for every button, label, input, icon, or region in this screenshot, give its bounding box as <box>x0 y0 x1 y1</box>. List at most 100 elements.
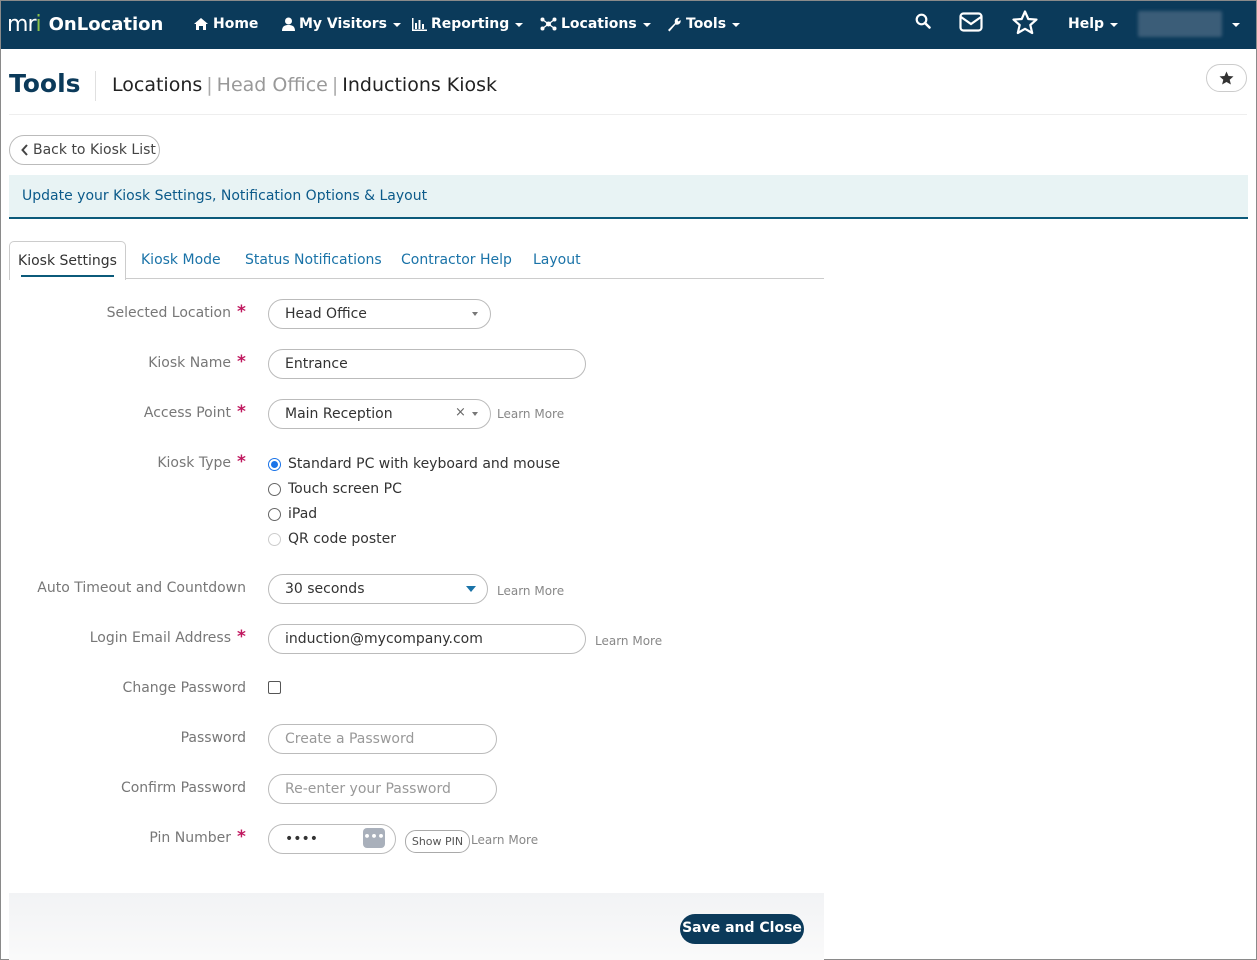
home-icon <box>194 18 208 30</box>
confirm-password-label: Confirm Password <box>120 780 246 796</box>
back-to-kiosk-list-button[interactable]: Back to Kiosk List <box>9 135 160 165</box>
required-marker: * <box>237 452 246 472</box>
kiosk-type-option-label: iPad <box>288 506 318 522</box>
nav-home-label: Home <box>213 16 259 32</box>
breadcrumb-locations[interactable]: Locations <box>112 74 202 96</box>
user-icon <box>282 17 295 31</box>
nav-reporting[interactable]: Reporting <box>412 13 524 35</box>
selected-location-select[interactable]: Head Office <box>268 299 491 329</box>
info-banner-text: Update your Kiosk Settings, Notification… <box>22 188 428 204</box>
chevron-down-icon <box>466 586 476 592</box>
password-input[interactable]: Create a Password <box>268 724 497 754</box>
selected-location-label: Selected Location <box>106 305 231 321</box>
required-marker: * <box>237 827 246 847</box>
nav-tools[interactable]: Tools <box>667 13 741 35</box>
back-button-label: Back to Kiosk List <box>33 142 156 158</box>
tab-kiosk-settings[interactable]: Kiosk Settings <box>9 241 126 280</box>
required-marker: * <box>237 627 246 647</box>
confirm-password-input[interactable]: Re-enter your Password <box>268 774 497 804</box>
info-banner: Update your Kiosk Settings, Notification… <box>9 175 1248 219</box>
required-marker: * <box>237 402 246 422</box>
envelope-icon[interactable] <box>959 12 983 32</box>
nav-locations[interactable]: Locations <box>540 13 651 35</box>
nav-help[interactable]: Help <box>1068 13 1119 35</box>
sitemap-icon <box>540 17 557 31</box>
login-email-learn-more-link[interactable]: Learn More <box>595 634 662 648</box>
tab-kiosk-mode[interactable]: Kiosk Mode <box>141 241 221 279</box>
nav-tools-label: Tools <box>686 16 727 32</box>
access-point-learn-more-link[interactable]: Learn More <box>497 407 564 421</box>
chevron-down-icon <box>393 23 401 27</box>
chevron-down-icon <box>732 23 741 27</box>
breadcrumb-head-office[interactable]: Head Office <box>217 74 328 96</box>
pin-number-learn-more-link[interactable]: Learn More <box>471 833 538 847</box>
chevron-down-icon <box>642 23 651 27</box>
favourite-button[interactable] <box>1206 64 1247 92</box>
password-label: Password <box>180 730 246 746</box>
save-and-close-button[interactable]: Save and Close <box>680 914 804 944</box>
star-icon <box>1219 71 1234 85</box>
top-navbar: mri OnLocation Home My Visitors Reportin… <box>1 1 1256 49</box>
chevron-left-icon <box>21 144 28 156</box>
radio-button[interactable] <box>268 457 281 471</box>
required-marker: * <box>237 352 246 372</box>
wrench-icon <box>668 17 681 31</box>
nav-reporting-label: Reporting <box>431 16 510 32</box>
clear-icon[interactable]: × <box>455 405 466 420</box>
password-manager-icon[interactable]: ••• <box>363 828 385 848</box>
brand-name: OnLocation <box>48 13 164 35</box>
selected-location-value: Head Office <box>285 306 367 322</box>
chevron-down-icon <box>515 23 524 27</box>
chevron-down-icon <box>1232 23 1240 27</box>
bar-chart-icon <box>412 17 427 31</box>
change-password-label: Change Password <box>122 680 246 696</box>
nav-home[interactable]: Home <box>193 13 258 35</box>
kiosk-type-option-ipad[interactable]: iPad <box>268 504 317 524</box>
breadcrumb-current: Inductions Kiosk <box>342 74 498 96</box>
chevron-down-icon <box>1110 23 1119 27</box>
mri-logo: mri <box>7 11 42 37</box>
kiosk-type-option-touch-screen[interactable]: Touch screen PC <box>268 479 402 499</box>
password-placeholder: Create a Password <box>285 731 415 747</box>
auto-timeout-label: Auto Timeout and Countdown <box>37 580 246 596</box>
settings-tabs: Kiosk Settings Kiosk Mode Status Notific… <box>9 241 824 280</box>
required-marker: * <box>237 302 246 322</box>
access-point-label: Access Point <box>143 405 231 421</box>
auto-timeout-learn-more-link[interactable]: Learn More <box>497 584 564 598</box>
user-menu[interactable] <box>1138 11 1222 37</box>
auto-timeout-value: 30 seconds <box>285 581 365 597</box>
auto-timeout-select[interactable]: 30 seconds <box>268 574 488 604</box>
breadcrumb-separator: | <box>206 74 213 96</box>
login-email-input[interactable]: induction@mycompany.com <box>268 624 586 654</box>
login-email-value: induction@mycompany.com <box>285 631 483 647</box>
radio-button[interactable] <box>268 507 281 521</box>
page-title: Tools <box>9 69 81 98</box>
tab-layout[interactable]: Layout <box>533 241 581 279</box>
brand-logo[interactable]: mri OnLocation <box>7 11 163 37</box>
login-email-label: Login Email Address <box>89 630 231 646</box>
breadcrumb: Locations | Head Office | Inductions Kiosk <box>112 74 497 96</box>
show-pin-button[interactable]: Show PIN <box>405 830 470 853</box>
kiosk-name-label: Kiosk Name <box>148 355 231 371</box>
change-password-checkbox[interactable] <box>268 681 281 694</box>
kiosk-name-value: Entrance <box>285 356 348 372</box>
star-icon[interactable] <box>1012 10 1038 35</box>
header-divider <box>9 114 1247 115</box>
nav-my-visitors-label: My Visitors <box>299 16 387 32</box>
tab-status-notifications[interactable]: Status Notifications <box>245 241 382 279</box>
kiosk-type-option-label: Standard PC with keyboard and mouse <box>288 456 561 472</box>
access-point-select[interactable]: Main Reception × <box>268 399 491 429</box>
pin-number-value: •••• <box>285 831 319 847</box>
radio-button[interactable] <box>268 482 281 496</box>
nav-help-label: Help <box>1068 16 1105 32</box>
nav-locations-label: Locations <box>561 16 637 32</box>
kiosk-type-option-standard-pc[interactable]: Standard PC with keyboard and mouse <box>268 454 560 474</box>
search-icon[interactable] <box>915 13 931 29</box>
radio-button[interactable] <box>268 532 281 546</box>
title-divider <box>95 71 96 101</box>
nav-my-visitors[interactable]: My Visitors <box>282 13 401 35</box>
pin-number-label: Pin Number <box>149 830 231 846</box>
kiosk-type-option-qr-code[interactable]: QR code poster <box>268 529 396 549</box>
kiosk-name-input[interactable]: Entrance <box>268 349 586 379</box>
tab-contractor-help[interactable]: Contractor Help <box>401 241 512 279</box>
